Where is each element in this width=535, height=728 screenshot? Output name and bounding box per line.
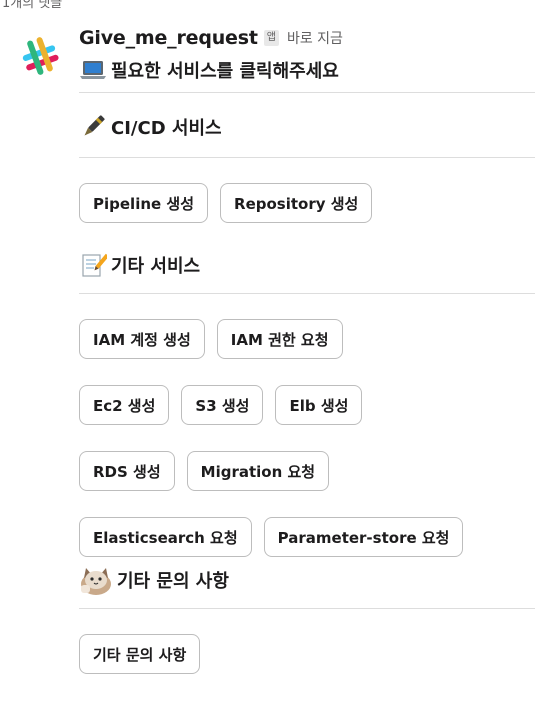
rds-create-button[interactable]: RDS 생성 — [79, 451, 175, 491]
elb-create-button[interactable]: Elb 생성 — [275, 385, 363, 425]
slack-logo-avatar[interactable] — [14, 30, 66, 82]
button-row: 기타 문의 사항 — [79, 634, 535, 674]
section-title-other-inquiries: 기타 문의 사항 — [79, 560, 535, 600]
migration-request-button[interactable]: Migration 요청 — [186, 451, 330, 491]
section-title-cicd: CI/CD 서비스 — [79, 107, 535, 147]
other-inquiry-button[interactable]: 기타 문의 사항 — [79, 634, 201, 674]
button-row: Ec2 생성 S3 생성 Elb 생성 — [79, 385, 535, 425]
parameter-store-request-button[interactable]: Parameter-store 요청 — [263, 517, 464, 557]
thread-reply-count[interactable]: 1개의 댓글 — [2, 0, 62, 11]
button-row: Pipeline 생성 Repository 생성 — [79, 183, 535, 223]
cat-emoji-icon — [81, 568, 111, 595]
section-title-text: CI/CD 서비스 — [111, 118, 222, 139]
pipeline-create-button[interactable]: Pipeline 생성 — [79, 183, 209, 223]
section-title-text: 기타 문의 사항 — [117, 571, 229, 592]
ec2-create-button[interactable]: Ec2 생성 — [79, 385, 170, 425]
message-header: Give_me_request 앱 바로 지금 — [79, 24, 535, 52]
button-row: IAM 계정 생성 IAM 권한 요청 — [79, 319, 535, 359]
section-title-text: 기타 서비스 — [111, 256, 201, 277]
app-badge: 앱 — [263, 30, 279, 46]
bot-name[interactable]: Give_me_request — [79, 27, 258, 49]
intro-text: 필요한 서비스를 클릭해주세요 — [111, 61, 339, 82]
message-content: Give_me_request 앱 바로 지금 필요한 서비스를 클릭해주세요 … — [79, 24, 535, 674]
laptop-icon — [80, 61, 106, 79]
elasticsearch-request-button[interactable]: Elasticsearch 요청 — [79, 517, 252, 557]
iam-permission-request-button[interactable]: IAM 권한 요청 — [216, 319, 343, 359]
timestamp[interactable]: 바로 지금 — [287, 28, 343, 48]
button-row: RDS 생성 Migration 요청 — [79, 451, 535, 491]
iam-account-create-button[interactable]: IAM 계정 생성 — [79, 319, 205, 359]
button-row: Elasticsearch 요청 Parameter-store 요청 — [79, 517, 535, 557]
pen-icon — [84, 115, 105, 136]
repository-create-button[interactable]: Repository 생성 — [220, 183, 373, 223]
section-title-other-services: 기타 서비스 — [79, 245, 535, 285]
memo-icon — [82, 253, 107, 277]
intro-line: 필요한 서비스를 클릭해주세요 — [79, 54, 535, 86]
s3-create-button[interactable]: S3 생성 — [181, 385, 264, 425]
